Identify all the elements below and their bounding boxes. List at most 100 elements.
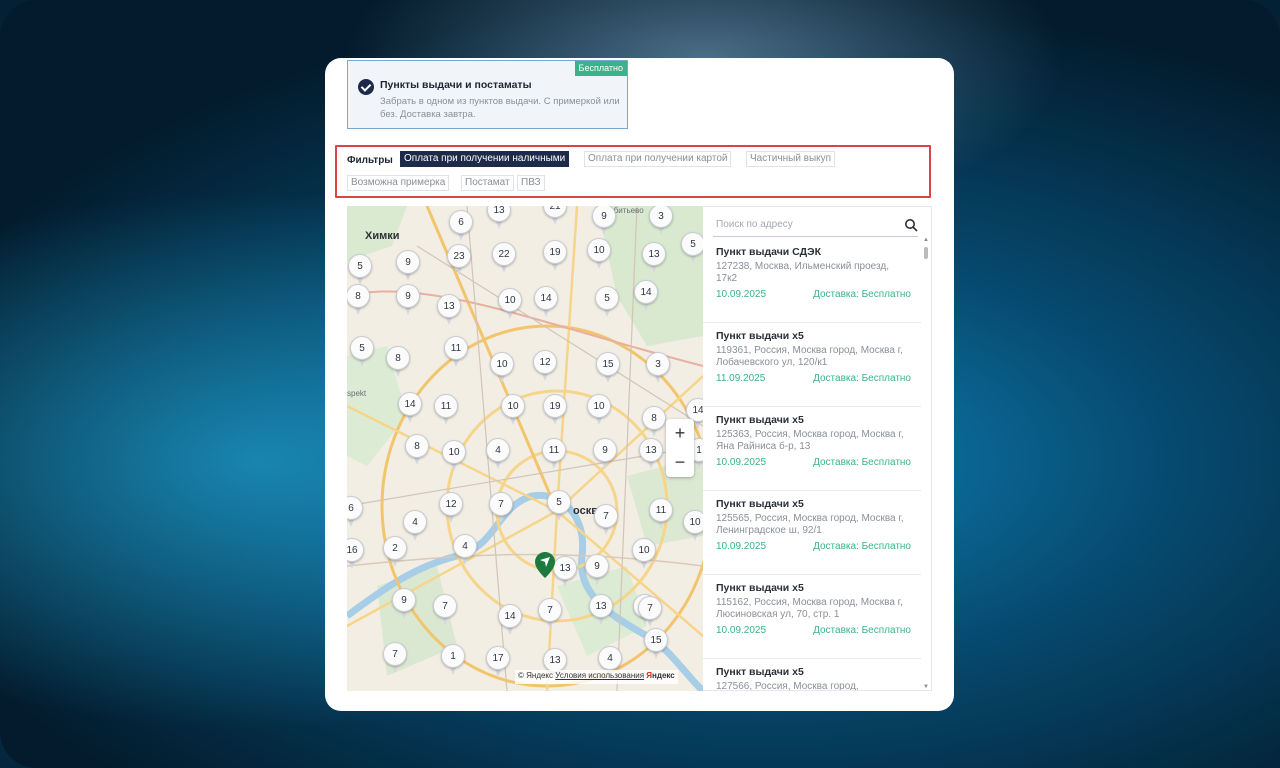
map-cluster-pin[interactable]: 19 bbox=[543, 240, 567, 274]
map-cluster-pin[interactable]: 9 bbox=[593, 438, 617, 472]
map-cluster-pin[interactable]: 15 bbox=[596, 352, 620, 386]
map-cluster-pin[interactable]: 9 bbox=[396, 250, 420, 284]
list-item[interactable]: Пункт выдачи x5 119361, Россия, Москва г… bbox=[703, 323, 921, 407]
map-cluster-pin[interactable]: 10 bbox=[587, 394, 611, 428]
map-cluster-pin[interactable]: 6 bbox=[449, 210, 473, 244]
map-cluster-pin[interactable]: 13 bbox=[487, 206, 511, 232]
map-cluster-pin[interactable]: 7 bbox=[489, 492, 513, 526]
map-cluster-pin[interactable]: 5 bbox=[350, 336, 374, 370]
filter-partial-buyout[interactable]: Частичный выкуп bbox=[746, 151, 836, 167]
point-date: 10.09.2025 bbox=[716, 457, 767, 468]
delivery-option-pickup[interactable]: Пункты выдачи и постаматы Забрать в одно… bbox=[347, 60, 628, 129]
map-cluster-pin[interactable]: 13 bbox=[589, 594, 613, 628]
zoom-in-button[interactable]: + bbox=[666, 419, 694, 448]
filter-pvz[interactable]: ПВЗ bbox=[517, 175, 545, 191]
map-cluster-pin[interactable]: 14 bbox=[398, 392, 422, 426]
map-cluster-pin[interactable]: 6 bbox=[347, 496, 363, 530]
map-cluster-pin[interactable]: 11 bbox=[444, 336, 468, 370]
map-cluster-pin[interactable]: 16 bbox=[347, 538, 364, 572]
map-cluster-pin[interactable]: 8 bbox=[386, 346, 410, 380]
map-cluster-pin[interactable]: 5 bbox=[681, 232, 703, 266]
cluster-count: 10 bbox=[587, 238, 611, 262]
map-cluster-pin[interactable]: 10 bbox=[683, 510, 703, 544]
cluster-count: 10 bbox=[498, 288, 522, 312]
map-cluster-pin[interactable]: 4 bbox=[486, 438, 510, 472]
list-item[interactable]: Пункт выдачи x5 127566, Россия, Москва г… bbox=[703, 659, 921, 690]
cluster-count: 19 bbox=[543, 240, 567, 264]
list-item[interactable]: Пункт выдачи x5 125363, Россия, Москва г… bbox=[703, 407, 921, 491]
map-cluster-pin[interactable]: 10 bbox=[587, 238, 611, 272]
search-icon[interactable] bbox=[904, 218, 918, 232]
map-cluster-pin[interactable]: 14 bbox=[634, 280, 658, 314]
map-cluster-pin[interactable]: 8 bbox=[642, 406, 666, 440]
map-cluster-pin[interactable]: 12 bbox=[533, 350, 557, 384]
map-cluster-pin[interactable]: 12 bbox=[439, 492, 463, 526]
map-cluster-pin[interactable]: 13 bbox=[553, 556, 577, 590]
map-cluster-pin[interactable]: 14 bbox=[534, 286, 558, 320]
map-cluster-pin[interactable]: 11 bbox=[649, 498, 673, 532]
map-cluster-pin[interactable]: 3 bbox=[649, 206, 673, 238]
map-cluster-pin[interactable]: 9 bbox=[592, 206, 616, 238]
map-cluster-pin[interactable]: 19 bbox=[543, 394, 567, 428]
map-cluster-pin[interactable]: 8 bbox=[347, 284, 370, 318]
map-cluster-pin[interactable]: 9 bbox=[392, 588, 416, 622]
map-cluster-pin[interactable]: 10 bbox=[501, 394, 525, 428]
list-item[interactable]: Пункт выдачи x5 125565, Россия, Москва г… bbox=[703, 491, 921, 575]
map-cluster-pin[interactable]: 5 bbox=[595, 286, 619, 320]
list-item[interactable]: Пункт выдачи x5 115162, Россия, Москва г… bbox=[703, 575, 921, 659]
map-cluster-pin[interactable]: 3 bbox=[646, 352, 670, 386]
filter-card-on-delivery[interactable]: Оплата при получении картой bbox=[584, 151, 732, 167]
list-item[interactable]: Пункт выдачи СДЭК 127238, Москва, Ильмен… bbox=[703, 239, 921, 323]
map-cluster-pin[interactable]: 10 bbox=[442, 440, 466, 474]
map-cluster-pin[interactable]: 9 bbox=[396, 284, 420, 318]
map-cluster-pin[interactable]: 1 bbox=[441, 644, 465, 678]
scrollbar-thumb[interactable] bbox=[924, 247, 928, 259]
map-cluster-pin[interactable]: 7 bbox=[383, 642, 407, 676]
map-cluster-pin[interactable]: 7 bbox=[638, 596, 662, 630]
map-cluster-pin[interactable]: 5 bbox=[547, 490, 571, 524]
cluster-count: 9 bbox=[585, 554, 609, 578]
filter-fitting[interactable]: Возможна примерка bbox=[347, 175, 450, 191]
filter-cash-on-delivery[interactable]: Оплата при получении наличными bbox=[400, 151, 570, 167]
cluster-count: 10 bbox=[442, 440, 466, 464]
map-cluster-pin[interactable]: 13 bbox=[437, 294, 461, 328]
map-cluster-pin[interactable]: 23 bbox=[447, 244, 471, 278]
map-cluster-pin[interactable]: 8 bbox=[405, 434, 429, 468]
cluster-count: 13 bbox=[589, 594, 613, 618]
cluster-count: 4 bbox=[403, 510, 427, 534]
zoom-out-button[interactable]: − bbox=[666, 448, 694, 477]
search-input[interactable]: Поиск по адресу bbox=[716, 219, 793, 230]
terms-link[interactable]: Условия использования bbox=[555, 671, 644, 680]
map-cluster-pin[interactable]: 10 bbox=[498, 288, 522, 322]
filter-postamat[interactable]: Постамат bbox=[461, 175, 514, 191]
map-cluster-pin[interactable]: 22 bbox=[492, 242, 516, 276]
map-cluster-pin[interactable]: 13 bbox=[642, 242, 666, 276]
map[interactable]: Химки осква Челобитьево spekt 21 13 6 9 3 5 9 2… bbox=[347, 206, 703, 691]
map-cluster-pin[interactable]: 15 bbox=[644, 628, 668, 662]
cluster-count: 9 bbox=[593, 438, 617, 462]
cluster-count: 13 bbox=[642, 242, 666, 266]
scroll-up-icon[interactable]: ▲ bbox=[923, 237, 929, 243]
cluster-count: 22 bbox=[492, 242, 516, 266]
point-date: 10.09.2025 bbox=[716, 289, 767, 300]
map-cluster-pin[interactable]: 11 bbox=[434, 394, 458, 428]
map-cluster-pin[interactable]: 7 bbox=[538, 598, 562, 632]
map-cluster-pin[interactable]: 17 bbox=[486, 646, 510, 680]
map-cluster-pin[interactable]: 7 bbox=[594, 504, 618, 538]
map-cluster-pin[interactable]: 4 bbox=[453, 534, 477, 568]
address-search[interactable]: Поиск по адресу bbox=[713, 215, 918, 237]
map-cluster-pin[interactable]: 21 bbox=[543, 206, 567, 228]
map-cluster-pin[interactable]: 10 bbox=[632, 538, 656, 572]
selected-pickup-pin-icon[interactable] bbox=[535, 552, 555, 578]
cluster-count: 14 bbox=[398, 392, 422, 416]
map-cluster-pin[interactable]: 7 bbox=[433, 594, 457, 628]
list-scrollbar[interactable]: ▲ ▼ bbox=[923, 237, 929, 690]
scroll-down-icon[interactable]: ▼ bbox=[923, 684, 929, 690]
map-cluster-pin[interactable]: 9 bbox=[585, 554, 609, 588]
map-cluster-pin[interactable]: 2 bbox=[383, 536, 407, 570]
map-cluster-pin[interactable]: 14 bbox=[498, 604, 522, 638]
map-cluster-pin[interactable]: 11 bbox=[542, 438, 566, 472]
map-cluster-pin[interactable]: 13 bbox=[639, 438, 663, 472]
map-cluster-pin[interactable]: 10 bbox=[490, 352, 514, 386]
map-cluster-pin[interactable]: 5 bbox=[348, 254, 372, 288]
